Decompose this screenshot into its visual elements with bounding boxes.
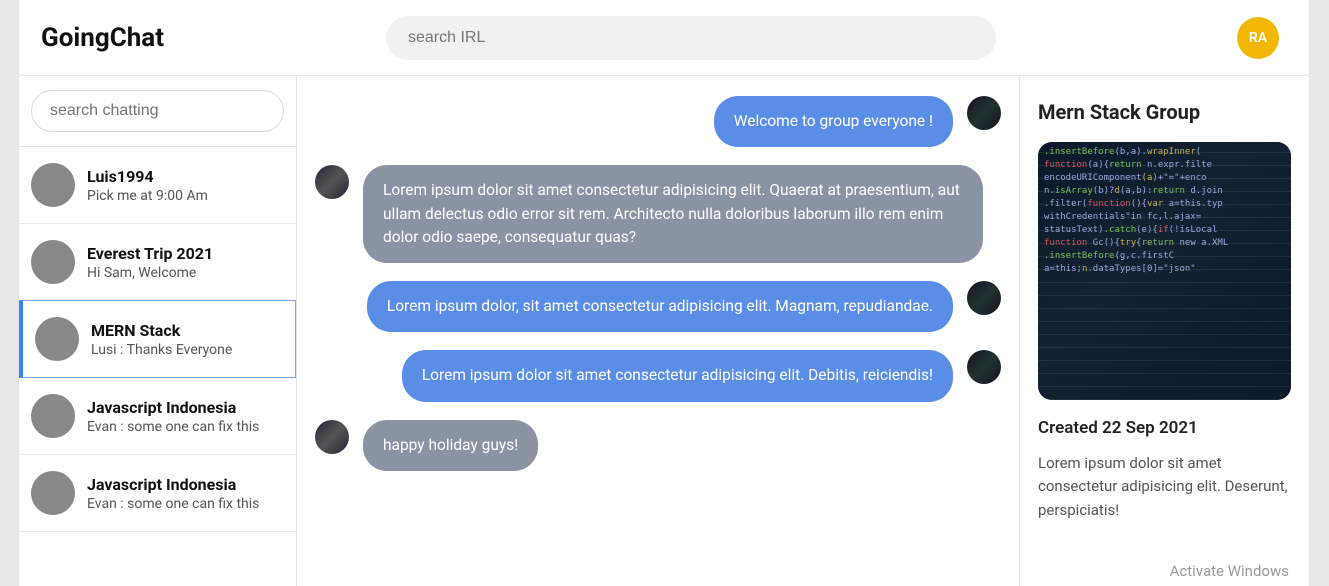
chat-preview: Evan : some one can fix this [87, 496, 259, 512]
message-row: Lorem ipsum dolor, sit amet consectetur … [315, 281, 1001, 332]
chat-avatar [31, 394, 75, 438]
message-avatar [967, 96, 1001, 130]
chat-item[interactable]: MERN Stack Lusi : Thanks Everyone [19, 300, 296, 378]
message-bubble: Welcome to group everyone ! [714, 96, 953, 147]
details-panel: Mern Stack Group .insertBefore(b,a).wrap… [1019, 76, 1309, 586]
group-title: Mern Stack Group [1038, 100, 1291, 124]
header: GoingChat RA [19, 0, 1309, 76]
chat-avatar [31, 240, 75, 284]
chat-preview: Hi Sam, Welcome [87, 265, 213, 281]
chat-item[interactable]: Javascript Indonesia Evan : some one can … [19, 378, 296, 455]
chat-preview: Evan : some one can fix this [87, 419, 259, 435]
chat-text: Javascript Indonesia Evan : some one can … [87, 398, 259, 435]
chat-avatar [31, 163, 75, 207]
message-row: happy holiday guys! [315, 420, 1001, 471]
message-bubble: Lorem ipsum dolor, sit amet consectetur … [367, 281, 953, 332]
message-avatar [315, 420, 349, 454]
chat-name: Javascript Indonesia [87, 398, 259, 417]
group-description: Lorem ipsum dolor sit amet consectetur a… [1038, 452, 1291, 522]
chat-name: Everest Trip 2021 [87, 244, 213, 263]
global-search-input[interactable] [408, 29, 974, 47]
chat-item[interactable]: Everest Trip 2021 Hi Sam, Welcome [19, 224, 296, 301]
user-avatar[interactable]: RA [1237, 17, 1279, 59]
global-search-wrap[interactable] [386, 16, 996, 60]
sidebar-search-input[interactable] [31, 90, 284, 132]
chat-preview: Pick me at 9:00 Am [87, 188, 208, 204]
chat-list: Luis1994 Pick me at 9:00 Am Everest Trip 2… [19, 147, 296, 586]
message-bubble: happy holiday guys! [363, 420, 538, 471]
message-avatar [315, 165, 349, 199]
chat-name: Javascript Indonesia [87, 475, 259, 494]
app-frame: GoingChat RA Luis1994 Pick me at 9:00 Am E… [18, 0, 1310, 586]
message-bubble: Lorem ipsum dolor sit amet consectetur a… [402, 350, 953, 401]
group-image-code: .insertBefore(b,a).wrapInner(function(a)… [1038, 142, 1291, 400]
sidebar: Luis1994 Pick me at 9:00 Am Everest Trip 2… [19, 76, 297, 586]
chat-avatar [31, 471, 75, 515]
chat-name: Luis1994 [87, 167, 208, 186]
chat-item[interactable]: Luis1994 Pick me at 9:00 Am [19, 147, 296, 224]
message-bubble: Lorem ipsum dolor sit amet consectetur a… [363, 165, 983, 263]
chat-text: Luis1994 Pick me at 9:00 Am [87, 167, 208, 204]
message-avatar [967, 350, 1001, 384]
chat-avatar [35, 317, 79, 361]
chat-text: Everest Trip 2021 Hi Sam, Welcome [87, 244, 213, 281]
message-row: Welcome to group everyone ! [315, 96, 1001, 147]
sidebar-search-wrap [19, 76, 296, 147]
message-row: Lorem ipsum dolor sit amet consectetur a… [315, 350, 1001, 401]
message-avatar [967, 281, 1001, 315]
chat-text: MERN Stack Lusi : Thanks Everyone [91, 321, 232, 358]
message-row: Lorem ipsum dolor sit amet consectetur a… [315, 165, 1001, 263]
chat-preview: Lusi : Thanks Everyone [91, 342, 232, 358]
group-image: .insertBefore(b,a).wrapInner(function(a)… [1038, 142, 1291, 400]
chat-name: MERN Stack [91, 321, 232, 340]
brand-title: GoingChat [41, 23, 386, 53]
chat-text: Javascript Indonesia Evan : some one can … [87, 475, 259, 512]
chat-item[interactable]: Javascript Indonesia Evan : some one can … [19, 455, 296, 532]
group-created: Created 22 Sep 2021 [1038, 418, 1291, 438]
chat-area: Welcome to group everyone ! Lorem ipsum d… [297, 76, 1019, 586]
body: Luis1994 Pick me at 9:00 Am Everest Trip 2… [19, 76, 1309, 586]
